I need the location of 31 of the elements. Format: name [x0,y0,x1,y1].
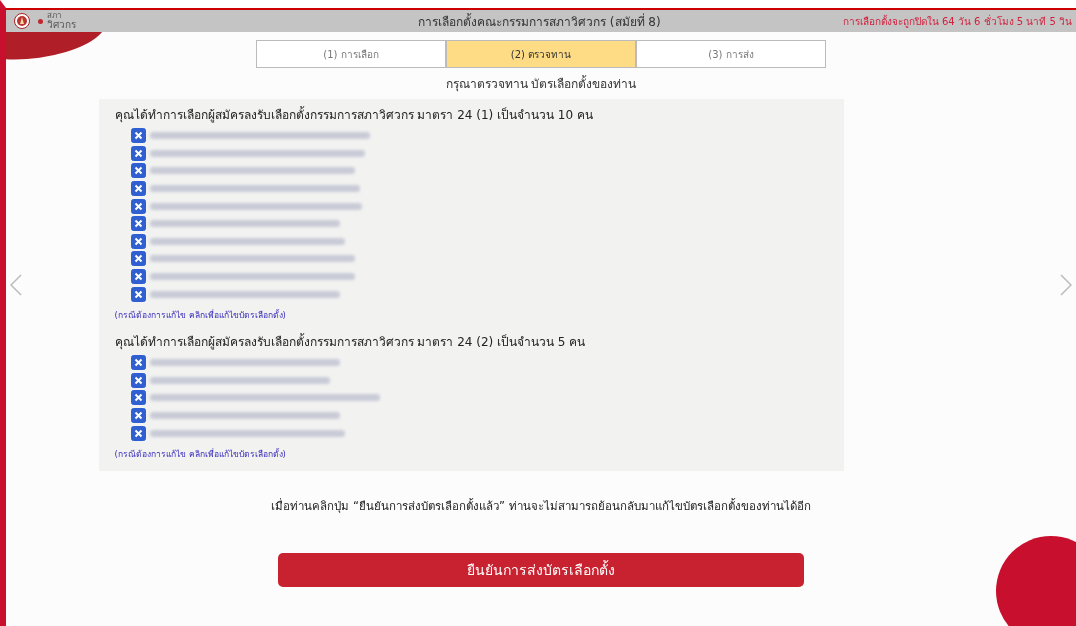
checkbox-x-icon[interactable] [130,408,146,423]
checkbox-x-icon[interactable] [130,163,146,179]
countdown-text: การเลือกตั้งจะถูกปิดใน 64 วัน 6 ชั่วโมง 5 นาที 5 วิน [842,13,1073,29]
checkbox-x-icon[interactable] [130,425,146,441]
logo-small-text: สภา [47,12,62,20]
page-title: การเลือกตั้งคณะกรรมการสภาวิศวกร (สมัยที่ 8) [417,12,662,31]
edit-ballot-link[interactable]: (กรณีต้องการแก้ไข คลิกเพื่อแก้ไขบัตรเลือกตั้ง) [114,307,286,322]
instruction-text: กรุณาตรวจทาน บัตรเลือกตั้งของท่าน [445,74,637,93]
step-tab[interactable]: (1) การเลือก [256,40,446,68]
warning-text: เมื่อท่านคลิกปุ่ม “ยืนยันการส่งบัตรเลือกตั้งแล้ว” ท่านจะไม่สามารถย้อนกลับมาแก้ไขบัตรเลือกตั้งของท่านได้อีก [271,497,811,515]
step-tab[interactable]: (2) ตรวจทาน [446,40,636,68]
checkbox-x-icon[interactable] [130,145,146,161]
section-heading: คุณได้ทำการเลือกผู้สมัครลงรับเลือกตั้งกรรมการสภาวิศวกร มาตรา 24 (1) เป็นจำนวน 10 คน [114,105,594,124]
logo-text: วิศวกร [47,20,76,30]
checkbox-x-icon[interactable] [130,181,146,197]
logo-dot-icon [38,18,43,24]
checkbox-x-icon[interactable] [130,286,146,302]
section-heading: คุณได้ทำการเลือกผู้สมัครลงรับเลือกตั้งกรรมการสภาวิศวกร มาตรา 24 (2) เป็นจำนวน 5 คน [114,332,587,351]
edit-ballot-link[interactable]: (กรณีต้องการแก้ไข คลิกเพื่อแก้ไขบัตรเลือกตั้ง) [114,446,286,461]
confirm-button[interactable]: ยืนยันการส่งบัตรเลือกตั้ง [278,552,804,587]
checkbox-x-icon[interactable] [130,390,146,406]
checkbox-x-icon[interactable] [130,269,146,285]
checkbox-x-icon[interactable] [130,251,146,267]
checkbox-x-icon[interactable] [130,198,146,214]
emblem-icon [14,13,30,29]
checkbox-x-icon[interactable] [130,355,146,371]
checkbox-x-icon[interactable] [130,233,146,249]
step-tab[interactable]: (3) การส่ง [636,40,826,68]
checkbox-x-icon[interactable] [130,372,146,388]
checkbox-x-icon[interactable] [130,216,146,232]
checkbox-x-icon[interactable] [130,128,146,144]
